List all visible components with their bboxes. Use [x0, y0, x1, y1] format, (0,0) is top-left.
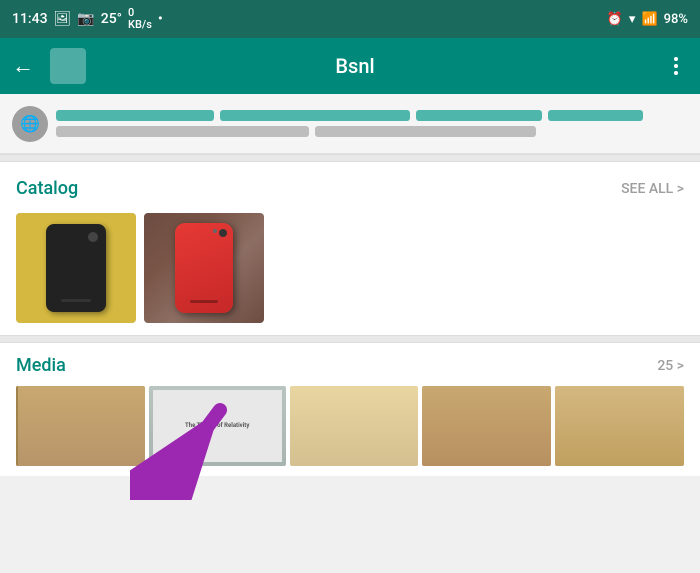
- phone-home-button: [61, 299, 91, 302]
- blur-block: [548, 110, 643, 121]
- blur-block: [416, 110, 542, 121]
- time-display: 11:43: [12, 11, 48, 27]
- chat-content-blocks: [56, 110, 688, 137]
- catalog-image-yellow: [16, 213, 136, 323]
- status-bar: 11:43 🖼 📷 25° 0KB/s • ⏰ ▾ 📶 98%: [0, 0, 700, 38]
- camera-icon: 📷: [77, 11, 94, 27]
- media-header: Media 25 >: [16, 355, 684, 376]
- book-title-text: The Theory of Relativity: [185, 422, 249, 429]
- app-bar-title: Bsnl: [102, 54, 608, 78]
- media-thumb-5[interactable]: [555, 386, 684, 466]
- phone-home-button-red: [190, 300, 218, 303]
- phone-flash: [213, 229, 217, 233]
- globe-icon: 🌐: [20, 114, 40, 133]
- image-icon: 🖼: [54, 11, 72, 27]
- media-thumbnails-row: The Theory of Relativity: [16, 386, 684, 466]
- media-title: Media: [16, 355, 66, 376]
- section-divider: [0, 154, 700, 162]
- phone-red-body: [175, 223, 233, 313]
- wifi-icon: ▾: [629, 12, 636, 27]
- media-thumb-4[interactable]: [422, 386, 551, 466]
- contact-avatar: [50, 48, 86, 84]
- book-cover-5: [555, 386, 684, 466]
- section-divider-2: [0, 335, 700, 343]
- back-button[interactable]: ←: [12, 53, 34, 79]
- data-speed-display: 0KB/s: [128, 7, 152, 31]
- blur-block: [315, 126, 536, 137]
- blur-block: [56, 126, 309, 137]
- chat-avatar: 🌐: [12, 106, 48, 142]
- catalog-section: Catalog SEE ALL >: [0, 162, 700, 335]
- temperature-display: 25°: [101, 11, 122, 27]
- media-thumb-3[interactable]: [290, 386, 419, 466]
- book-cover-2: The Theory of Relativity: [153, 390, 282, 462]
- phone-dark-body: [46, 224, 106, 312]
- dot-indicator: •: [158, 11, 163, 27]
- more-options-button[interactable]: [664, 54, 688, 78]
- chat-preview-row: 🌐: [0, 94, 700, 154]
- phone-camera: [88, 232, 98, 242]
- status-right: ⏰ ▾ 📶 98%: [607, 12, 688, 27]
- catalog-item-1[interactable]: [16, 213, 136, 323]
- status-left: 11:43 🖼 📷 25° 0KB/s •: [12, 7, 163, 31]
- phone-camera-red: [219, 229, 227, 237]
- catalog-header: Catalog SEE ALL >: [16, 178, 684, 199]
- catalog-title: Catalog: [16, 178, 78, 199]
- book-cover-3: [290, 386, 419, 466]
- see-all-button[interactable]: SEE ALL >: [621, 181, 684, 197]
- catalog-image-red: [144, 213, 264, 323]
- signal-icon: 📶: [641, 12, 657, 27]
- media-count-button[interactable]: 25 >: [657, 358, 684, 374]
- blur-block: [56, 110, 214, 121]
- catalog-images-row: [16, 213, 684, 323]
- media-section: Media 25 > The Theory of Relativity: [0, 343, 700, 476]
- media-thumb-2[interactable]: The Theory of Relativity: [149, 386, 286, 466]
- battery-display: 98%: [664, 12, 688, 27]
- alarm-icon: ⏰: [607, 12, 623, 27]
- blur-block: [220, 110, 410, 121]
- catalog-item-2[interactable]: [144, 213, 264, 323]
- book-cover-4: [422, 386, 551, 466]
- book-cover-1: [16, 386, 145, 466]
- media-thumb-1[interactable]: [16, 386, 145, 466]
- app-bar: ← Bsnl: [0, 38, 700, 94]
